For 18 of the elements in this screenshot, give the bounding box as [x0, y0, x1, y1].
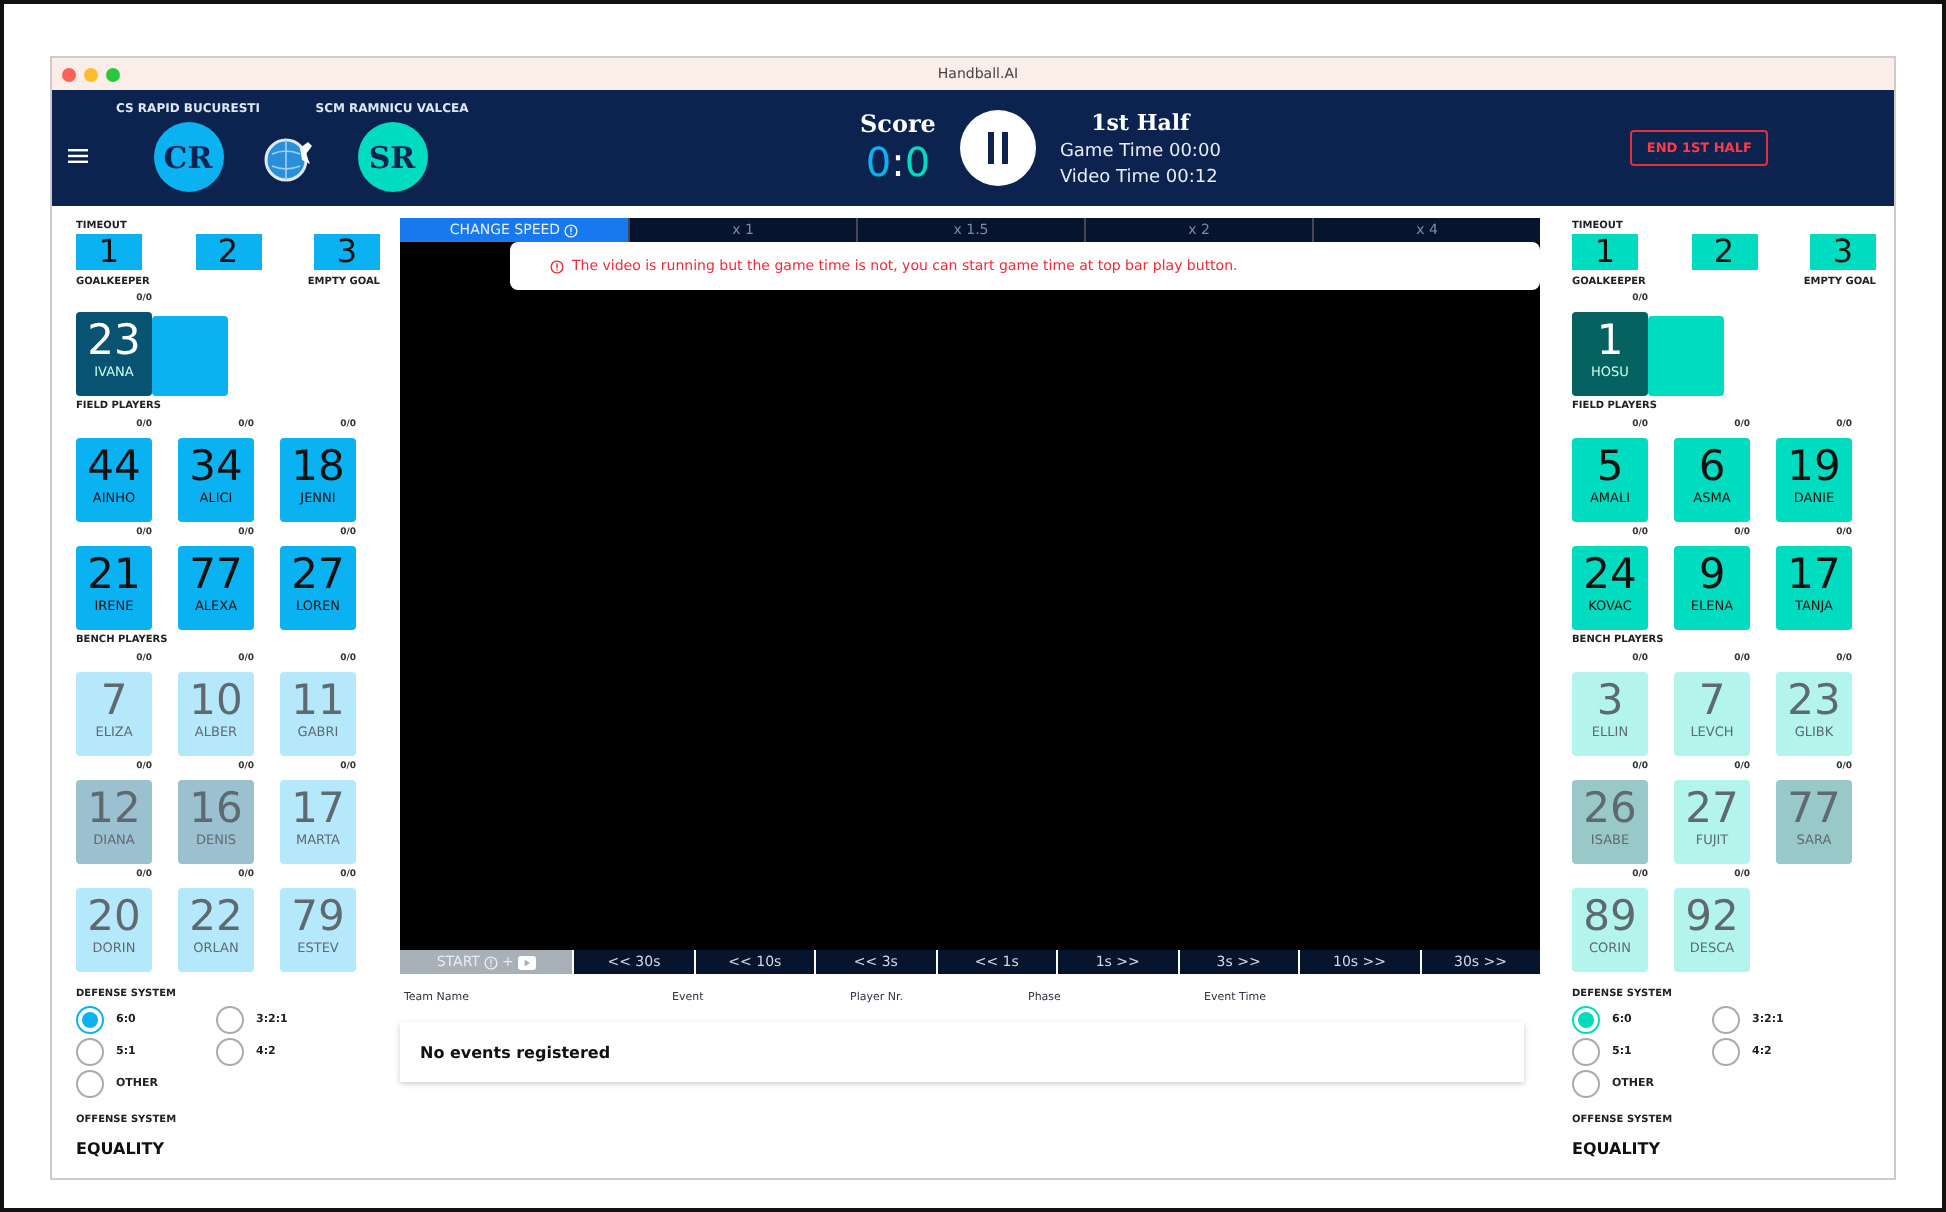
timeout-button[interactable]: 2 — [1691, 234, 1757, 270]
timeout-button[interactable]: 1 — [76, 234, 142, 270]
timeout-button[interactable]: 3 — [314, 234, 380, 270]
home-score: 0 — [865, 138, 892, 186]
away-score: 0 — [904, 138, 931, 186]
team-avatar: CR — [153, 122, 223, 192]
empty-message: No events registered — [400, 1022, 1524, 1082]
game-time: Game Time 00:00 — [1059, 141, 1221, 161]
score-separator: : — [891, 138, 905, 186]
score-label: Score — [860, 110, 936, 138]
period-label: 1st Half — [1089, 109, 1193, 135]
timeout-button[interactable]: 3 — [1810, 234, 1876, 270]
video-time: Video Time 00:12 — [1059, 167, 1220, 187]
offense-value: EQUALITY — [1572, 1140, 1663, 1158]
offense-value: EQUALITY — [76, 1140, 167, 1158]
team-avatar: SR — [357, 122, 427, 192]
timeout-button[interactable]: 2 — [195, 234, 261, 270]
timeout-button[interactable]: 1 — [1572, 234, 1638, 270]
